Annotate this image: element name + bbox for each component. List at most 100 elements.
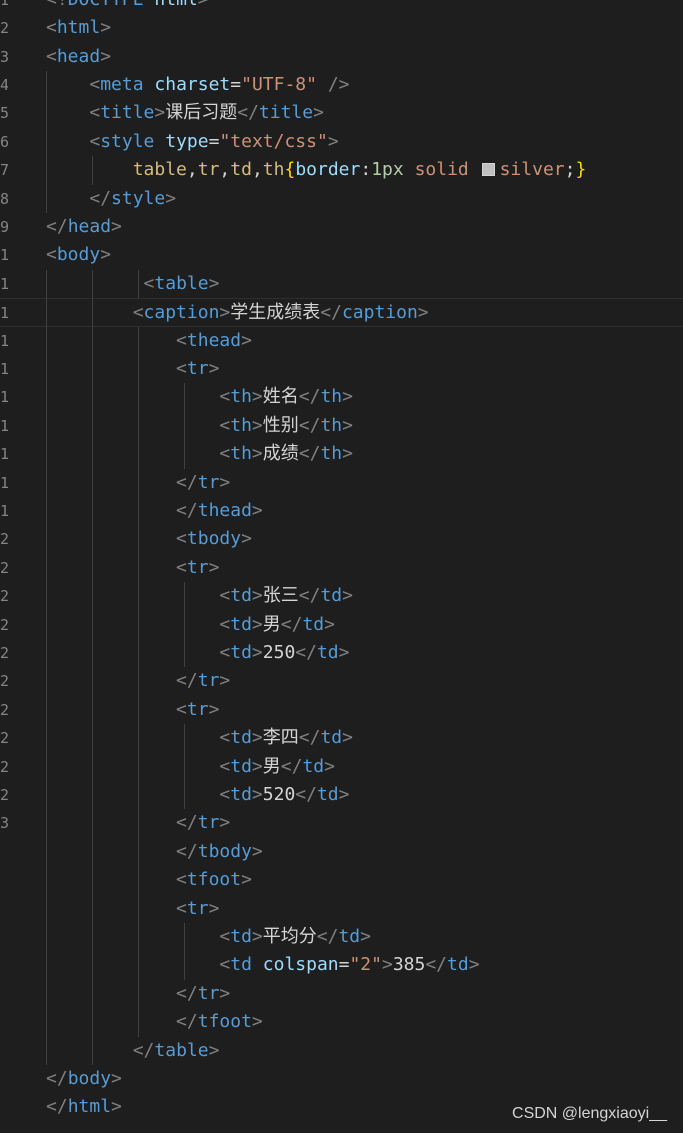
code-token: <	[89, 130, 101, 152]
code-editor[interactable]: 1<!DOCTYPE html>2<html>3<head>4 <meta ch…	[0, 0, 683, 1133]
code-token: <	[176, 329, 187, 351]
code-line[interactable]: 16 <th>性别</th>	[0, 412, 683, 440]
code-line[interactable]: 13 <thead>	[0, 327, 683, 355]
code-token: <	[219, 642, 231, 663]
code-line[interactable]: 22 <td>张三</td>	[0, 582, 683, 610]
code-line[interactable]: <tr>	[0, 895, 683, 923]
code-line[interactable]: </tr>	[0, 980, 683, 1008]
indent-guide	[184, 383, 186, 469]
code-token: html	[67, 1096, 112, 1118]
line-number: 24	[0, 644, 8, 662]
code-token: >	[100, 244, 112, 266]
code-line[interactable]: 23 <td>男</td>	[0, 611, 683, 639]
code-line[interactable]: 1 <!DOCTYPE html>	[0, 0, 683, 14]
code-line[interactable]: 27 <td>李四</td>	[0, 724, 683, 752]
code-line[interactable]: 24 <td>250</td>	[0, 639, 683, 667]
code-token: :	[360, 159, 372, 181]
code-token: <	[219, 613, 231, 635]
code-line[interactable]: 30 </tr>	[0, 809, 683, 837]
code-token: td	[230, 585, 252, 607]
code-line[interactable]: 6 <style type="text/css">	[0, 128, 683, 156]
code-token: >	[165, 187, 177, 209]
code-token: >	[208, 897, 220, 919]
code-line[interactable]: 26 <tr>	[0, 696, 683, 724]
code-token: body	[67, 1068, 112, 1089]
code-line[interactable]: 11 <table>	[0, 270, 683, 298]
code-line[interactable]: 28 <td>男</td>	[0, 753, 683, 781]
code-line[interactable]: <tfoot>	[0, 866, 683, 894]
line-number: 10	[0, 246, 8, 265]
code-token: body	[56, 244, 101, 266]
code-line[interactable]: </tfoot>	[0, 1008, 683, 1036]
code-line[interactable]: 18 </tr>	[0, 469, 683, 497]
code-token: </	[295, 784, 317, 805]
code-token: >	[111, 1096, 122, 1118]
code-token: </	[280, 755, 303, 777]
code-line[interactable]: 12 <caption>学生成绩表</caption>	[0, 298, 683, 327]
code-token: td	[320, 727, 343, 749]
code-line[interactable]: </table>	[0, 1037, 683, 1065]
code-line[interactable]: <td>平均分</td>	[0, 923, 683, 951]
code-token: ,	[219, 159, 231, 181]
code-token: td	[230, 755, 252, 777]
code-token: solid	[414, 159, 469, 181]
code-token: </	[46, 1068, 68, 1089]
code-text: <head>	[46, 43, 111, 71]
code-token: >	[208, 698, 220, 720]
code-token: title	[258, 102, 314, 124]
code-text: <html>	[46, 14, 111, 42]
code-line[interactable]: 10 <body>	[0, 241, 683, 269]
code-token: >	[208, 358, 220, 379]
code-token: "2"	[349, 954, 382, 976]
code-token: ,	[186, 159, 198, 181]
code-token: =	[208, 130, 220, 152]
code-line[interactable]: 25 </tr>	[0, 667, 683, 695]
code-token: td	[230, 784, 252, 805]
code-line[interactable]: 9 </head>	[0, 213, 683, 241]
code-line[interactable]: 17 <th>成绩</th>	[0, 440, 683, 468]
code-token: tr	[197, 670, 220, 692]
code-token: tr	[197, 982, 220, 1004]
code-text: <style type="text/css">	[46, 128, 338, 156]
code-token: <	[219, 755, 231, 777]
code-line[interactable]: 15 <th>姓名</th>	[0, 383, 683, 411]
code-token: >	[324, 755, 335, 777]
code-token: silver	[499, 159, 565, 181]
code-token: td	[230, 642, 252, 663]
code-token: <	[176, 556, 187, 578]
line-number: 6	[0, 132, 8, 151]
code-token: >	[208, 1039, 220, 1061]
code-line[interactable]: 21 <tr>	[0, 554, 683, 582]
code-line[interactable]: <td colspan="2">385</td>	[0, 951, 683, 979]
code-token: >	[198, 0, 209, 10]
code-token: >	[338, 784, 350, 805]
code-line[interactable]: 29 <td>520</td>	[0, 781, 683, 809]
code-line[interactable]: 19 </thead>	[0, 497, 683, 525]
code-line[interactable]: 7 table,tr,td,th{border:1px solid silver…	[0, 156, 683, 184]
code-line[interactable]: 8 </style>	[0, 185, 683, 213]
code-line[interactable]: </tbody>	[0, 838, 683, 866]
code-line[interactable]: 20 <tbody>	[0, 525, 683, 553]
code-token: >	[468, 954, 480, 976]
code-line[interactable]: 5 <title>课后习题</title>	[0, 99, 683, 127]
code-line[interactable]: 4 <meta charset="UTF-8" />	[0, 71, 683, 99]
code-line[interactable]: 14 <tr>	[0, 355, 683, 383]
code-line[interactable]: </body>	[0, 1065, 683, 1093]
code-token: }	[575, 159, 587, 181]
code-token: <	[219, 386, 231, 408]
code-token: >	[219, 812, 231, 834]
code-token: >	[342, 727, 353, 749]
code-line[interactable]: 2 <html>	[0, 14, 683, 42]
code-token: thead	[197, 500, 252, 521]
code-line[interactable]: 3 <head>	[0, 43, 683, 71]
code-token: </	[132, 1039, 155, 1061]
code-token: 男	[262, 755, 281, 777]
